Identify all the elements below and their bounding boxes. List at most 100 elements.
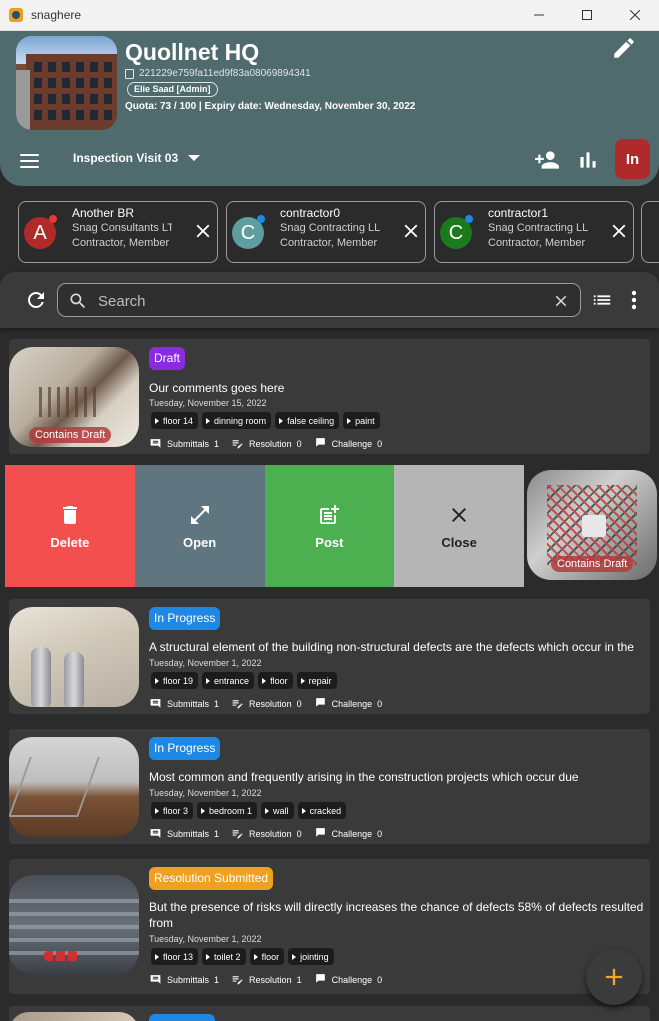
tag: toilet 2 [202, 948, 246, 965]
status-badge: Resolution Submitted [149, 867, 274, 890]
project-header: Quollnet HQ 221229e759fa11ed9f83a0806989… [0, 31, 659, 186]
comment-icon [150, 975, 161, 984]
challenge-stat: Challenge 0 [314, 973, 382, 986]
user-role-chip: Elie Saad [Admin] [127, 82, 218, 97]
tag: jointing [288, 948, 334, 965]
snag-photo: Contains Draft [9, 347, 139, 447]
minimize-button[interactable] [515, 0, 563, 31]
snag-card[interactable]: In Progress A structural element of the … [9, 599, 650, 714]
snag-card[interactable]: Contains Draft Draft Our comments goes h… [9, 339, 650, 454]
menu-icon[interactable] [20, 154, 39, 168]
resolution-stat: Resolution 0 [231, 697, 302, 710]
window-close-button[interactable] [611, 0, 659, 31]
resolution-stat: Resolution 0 [231, 827, 302, 840]
inspection-visit-dropdown[interactable]: Inspection Visit 03 [73, 151, 201, 165]
member-company: Snag Contracting LLC [280, 222, 380, 234]
status-badge: Draft [149, 347, 186, 370]
tag: floor 14 [151, 412, 199, 429]
member-card-partial[interactable] [641, 201, 659, 263]
add-snag-button[interactable] [586, 949, 642, 1005]
trash-icon [62, 505, 77, 524]
snag-stats: Submittals 1 Resolution 0 Challenge 0 [149, 697, 382, 710]
member-name: Another BR [72, 206, 135, 220]
snag-description: But the presence of risks will directly … [149, 900, 644, 930]
comment-icon [150, 699, 161, 708]
chevron-down-icon [188, 155, 201, 161]
add-person-icon[interactable] [534, 147, 560, 173]
post-button[interactable]: Post [264, 465, 395, 587]
project-title: Quollnet HQ [125, 39, 260, 65]
tag: bedroom 1 [197, 802, 258, 819]
maximize-button[interactable] [563, 0, 611, 31]
copy-icon[interactable] [125, 68, 134, 79]
minimize-icon [534, 14, 544, 16]
project-image [16, 36, 117, 130]
plus-icon [605, 968, 623, 986]
profile-button[interactable]: In [615, 139, 650, 179]
quota-text: Quota: 73 / 100 | Expiry date: Wednesday… [125, 101, 416, 112]
close-icon [452, 507, 467, 522]
snag-date: Tuesday, November 1, 2022 [149, 934, 262, 944]
clear-icon[interactable] [552, 292, 570, 310]
tag: entrance [202, 672, 255, 689]
member-role: Contractor, Member [280, 237, 378, 249]
snag-photo [9, 875, 139, 975]
edit-icon[interactable] [611, 35, 637, 61]
tag: floor 19 [151, 672, 199, 689]
snag-date: Tuesday, November 1, 2022 [149, 658, 262, 668]
resolution-stat: Resolution 0 [231, 437, 302, 450]
close-button[interactable]: Close [394, 465, 524, 587]
member-name: contractor1 [488, 206, 549, 220]
list-view-icon[interactable] [591, 289, 613, 311]
member-company: Snag Consultants LTD [72, 222, 172, 234]
comment-icon [150, 439, 161, 448]
snag-card[interactable]: Resolution Submitted But the presence of… [9, 859, 650, 994]
status-badge: In Progress [149, 607, 221, 630]
close-icon[interactable] [608, 220, 630, 242]
snag-stats: Submittals 1 Resolution 0 Challenge 0 [149, 437, 382, 450]
challenge-stat: Challenge 0 [314, 437, 382, 450]
resolution-stat: Resolution 1 [231, 973, 302, 986]
snag-description: A structural element of the building non… [149, 640, 634, 654]
maximize-icon [582, 10, 592, 20]
member-card[interactable]: C contractor1 Snag Contracting LLC Contr… [434, 201, 634, 263]
tag: floor [249, 948, 285, 965]
snag-date: Tuesday, November 15, 2022 [149, 398, 267, 408]
snag-card[interactable]: In Progress Most common and frequently a… [9, 729, 650, 844]
tag: false ceiling [275, 412, 340, 429]
snag-photo [9, 737, 139, 837]
chart-icon[interactable] [575, 147, 601, 173]
project-id-text: 221229e759fa11ed9f83a08069894341 [139, 68, 311, 79]
delete-button[interactable]: Delete [5, 465, 135, 587]
close-icon[interactable] [192, 220, 214, 242]
submittals-stat: Submittals 1 [149, 827, 219, 840]
member-role: Contractor, Member [72, 237, 170, 249]
search-toolbar [0, 272, 659, 328]
edit-note-icon [232, 976, 243, 985]
edit-note-icon [232, 700, 243, 709]
member-card[interactable]: C contractor0 Snag Contracting LLC Contr… [226, 201, 426, 263]
tag: repair [296, 672, 337, 689]
open-button[interactable]: Open [134, 465, 265, 587]
snag-card-partial[interactable] [9, 1006, 650, 1021]
expand-icon [190, 505, 209, 524]
tag: cracked [297, 802, 347, 819]
tag: dinning room [202, 412, 272, 429]
project-id: 221229e759fa11ed9f83a08069894341 [125, 68, 311, 79]
more-vert-icon[interactable] [626, 288, 642, 312]
close-icon[interactable] [400, 220, 422, 242]
member-card[interactable]: A Another BR Snag Consultants LTD Contra… [18, 201, 218, 263]
snag-description: Our comments goes here [149, 381, 285, 395]
chat-bubble-icon [315, 438, 325, 447]
search-field[interactable] [57, 283, 581, 317]
comment-icon [150, 829, 161, 838]
search-input[interactable] [98, 290, 538, 312]
status-badge: In Progress [149, 737, 221, 760]
tag-list: floor 3 bedroom 1 wall cracked [151, 802, 347, 819]
tag: floor 13 [151, 948, 199, 965]
tag: floor [258, 672, 293, 689]
swipe-actions: Delete Open Post Close [5, 465, 524, 587]
member-name: contractor0 [280, 206, 341, 220]
refresh-icon[interactable] [24, 288, 48, 312]
tag-list: floor 13 toilet 2 floor jointing [151, 948, 334, 965]
